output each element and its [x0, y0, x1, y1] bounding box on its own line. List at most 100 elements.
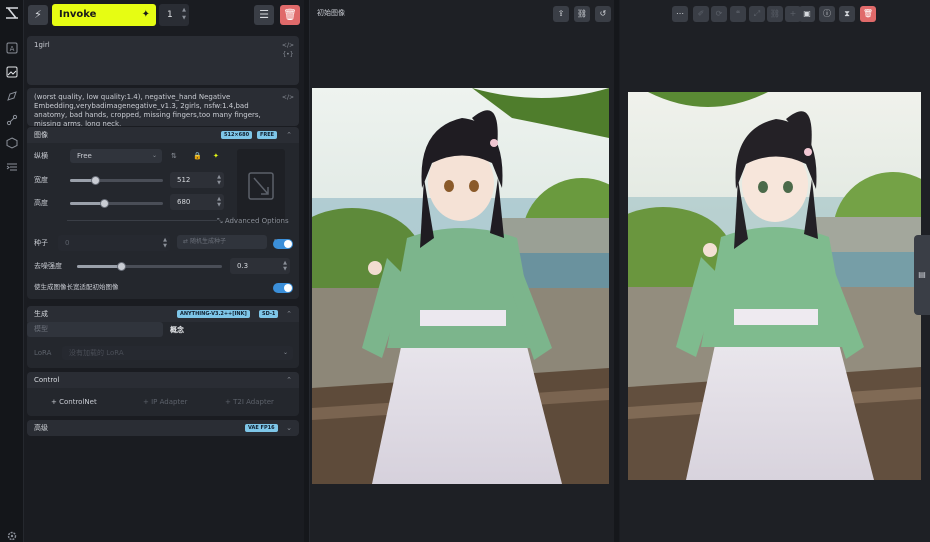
add-controlnet-button[interactable]: + ControlNet — [51, 396, 97, 408]
gallery-toggle-tab[interactable]: ▤ — [914, 235, 930, 315]
reset-icon: ↺ — [599, 9, 607, 18]
t2i-adapter-label: T2I Adapter — [233, 398, 274, 406]
model-select[interactable]: 模型 — [27, 322, 163, 337]
queue-icon[interactable] — [5, 161, 19, 175]
chevron-up-icon: ⌃ — [286, 376, 292, 384]
optimal-size-icon[interactable]: ✦ — [213, 150, 219, 162]
iterations-input[interactable]: 1 ▲ ▼ — [159, 4, 189, 26]
recall-all-button[interactable]: ⛓ — [767, 6, 783, 22]
denoise-slider[interactable] — [77, 262, 222, 271]
delete-image-button[interactable]: 🗑 — [860, 6, 876, 22]
height-label: 高度 — [34, 199, 48, 207]
reset-button[interactable]: ↺ — [595, 6, 611, 22]
lock-ratio-icon[interactable]: 🔒 — [193, 150, 202, 162]
more-options-button[interactable]: ⋯ — [672, 6, 688, 22]
width-slider[interactable] — [70, 176, 163, 185]
app-root: A ⚡ Invoke ✦ 1 ▲ ▼ ☰ 🗑 1girl </> {•} (wo… — [0, 0, 930, 542]
invoke-button[interactable]: Invoke ✦ — [52, 4, 156, 26]
add-ip-adapter-button[interactable]: + IP Adapter — [143, 396, 187, 408]
denoise-stepper-icon[interactable]: ▲ ▼ — [283, 260, 287, 272]
model-badge: ANYTHING-V3.2++[INK] — [177, 310, 250, 318]
positive-prompt-input[interactable]: 1girl </> {•} — [27, 36, 299, 85]
concept-label: 概念 — [170, 326, 184, 334]
aspect-select[interactable]: Free ⌄ — [70, 149, 162, 163]
upload-button[interactable]: ⇪ — [553, 6, 569, 22]
size-badge: 512×680 — [221, 131, 253, 139]
queue-list-button[interactable]: ☰ — [254, 5, 274, 25]
height-value: 680 — [177, 198, 191, 206]
trash-icon: 🗑 — [283, 8, 297, 21]
info-button[interactable]: ⓘ — [819, 6, 835, 22]
magic-wand-icon: ✐ — [697, 9, 705, 18]
control-section-header[interactable]: Control ⌃ — [27, 372, 299, 388]
hourglass-icon: ⧗ — [844, 9, 850, 18]
plus-icon: + — [143, 398, 152, 406]
initial-image-title: 初始图像 — [317, 9, 345, 17]
panel-resize-handle-right[interactable] — [614, 0, 619, 542]
collapse-icon: ⤡ — [217, 217, 225, 225]
denoise-label: 去噪强度 — [34, 262, 62, 270]
controlnet-label: ControlNet — [59, 398, 97, 406]
workflow-icon[interactable] — [5, 114, 19, 128]
negative-prompt-input[interactable]: (worst quality, low quality:1.4), negati… — [27, 88, 299, 126]
image-section-header[interactable]: 图像 512×680 FREE ⌃ — [27, 127, 299, 143]
current-image[interactable] — [628, 92, 921, 480]
lora-label: LoRA — [34, 349, 52, 357]
height-slider[interactable] — [70, 199, 163, 208]
iterations-stepper-icon[interactable]: ▲ ▼ — [182, 6, 186, 22]
seed-label: 种子 — [34, 239, 48, 247]
image-to-image-icon[interactable] — [5, 66, 19, 80]
add-t2i-adapter-button[interactable]: + T2I Adapter — [225, 396, 274, 408]
seed-value: 0 — [65, 239, 70, 247]
text-to-image-icon[interactable]: A — [5, 42, 19, 56]
sparkle-icon: ✦ — [141, 9, 150, 20]
advanced-options-toggle[interactable]: ⤡ Advanced Options — [217, 215, 299, 227]
seed-stepper-icon[interactable]: ▲ ▼ — [163, 237, 167, 249]
iterations-value: 1 — [167, 10, 173, 20]
settings-gear-icon[interactable] — [5, 530, 19, 542]
height-input[interactable]: 680 ▲ ▼ — [170, 194, 224, 210]
clear-queue-button[interactable]: 🗑 — [280, 5, 300, 25]
random-seed-button[interactable]: ⇄ 随机生成种子 — [177, 235, 267, 249]
seed-input[interactable]: 0 ▲ ▼ — [58, 235, 170, 251]
progress-button[interactable]: ⧗ — [839, 6, 855, 22]
height-stepper-icon[interactable]: ▲ ▼ — [217, 196, 221, 208]
recall-seed-button[interactable]: ⟳ — [711, 6, 727, 22]
aspect-preview — [237, 149, 285, 223]
width-slider-handle[interactable] — [91, 176, 101, 185]
lightning-button[interactable]: ⚡ — [28, 5, 48, 25]
advanced-section-header[interactable]: 高级 VAE FP16 ⌄ — [27, 420, 299, 436]
free-badge: FREE — [257, 131, 278, 139]
width-input[interactable]: 512 ▲ ▼ — [170, 172, 224, 188]
advanced-options-label: Advanced Options — [224, 217, 289, 225]
generation-section-header[interactable]: 生成 ANYTHING-V3.2++[INK] SD-1 ⌃ — [27, 306, 299, 322]
svg-text:A: A — [10, 45, 15, 53]
random-seed-toggle[interactable] — [273, 239, 293, 249]
unified-canvas-icon[interactable] — [5, 90, 19, 104]
denoise-slider-handle[interactable] — [116, 262, 126, 271]
embedding-icon[interactable]: </> {•} — [282, 41, 294, 59]
denoise-input[interactable]: 0.3 ▲ ▼ — [230, 258, 290, 274]
fit-image-toggle[interactable] — [273, 283, 293, 293]
aspect-value: Free — [77, 152, 92, 160]
width-stepper-icon[interactable]: ▲ ▼ — [217, 174, 221, 186]
advanced-divider — [67, 220, 217, 221]
use-all-button[interactable]: ✐ — [693, 6, 709, 22]
control-section: Control ⌃ + ControlNet + IP Adapter + T2… — [27, 372, 299, 416]
swap-dimensions-icon[interactable]: ⇅ — [171, 150, 177, 162]
recall-size-button[interactable]: ⤢ — [749, 6, 765, 22]
toggle-metadata-button[interactable]: ▣ — [799, 6, 815, 22]
trash-icon: 🗑 — [862, 9, 874, 18]
parameters-scroll[interactable]: 1girl </> {•} (worst quality, low quality… — [24, 33, 304, 542]
height-slider-handle[interactable] — [100, 199, 110, 208]
negative-embedding-icon[interactable]: </> — [282, 93, 294, 102]
top-toolbar: ⚡ Invoke ✦ 1 ▲ ▼ ☰ 🗑 — [24, 0, 304, 30]
initial-image[interactable] — [312, 88, 609, 484]
use-image-button[interactable]: ⛓ — [574, 6, 590, 22]
lora-select[interactable]: 没有加载的 LoRA ⌄ — [62, 346, 293, 360]
fit-image-label: 使生成图像长宽适配初始图像 — [34, 283, 119, 291]
invoke-logo-icon[interactable] — [5, 6, 19, 20]
model-manager-icon[interactable] — [5, 137, 19, 151]
invoke-label: Invoke — [59, 9, 97, 20]
recall-prompt-button[interactable]: ❝ — [730, 6, 746, 22]
